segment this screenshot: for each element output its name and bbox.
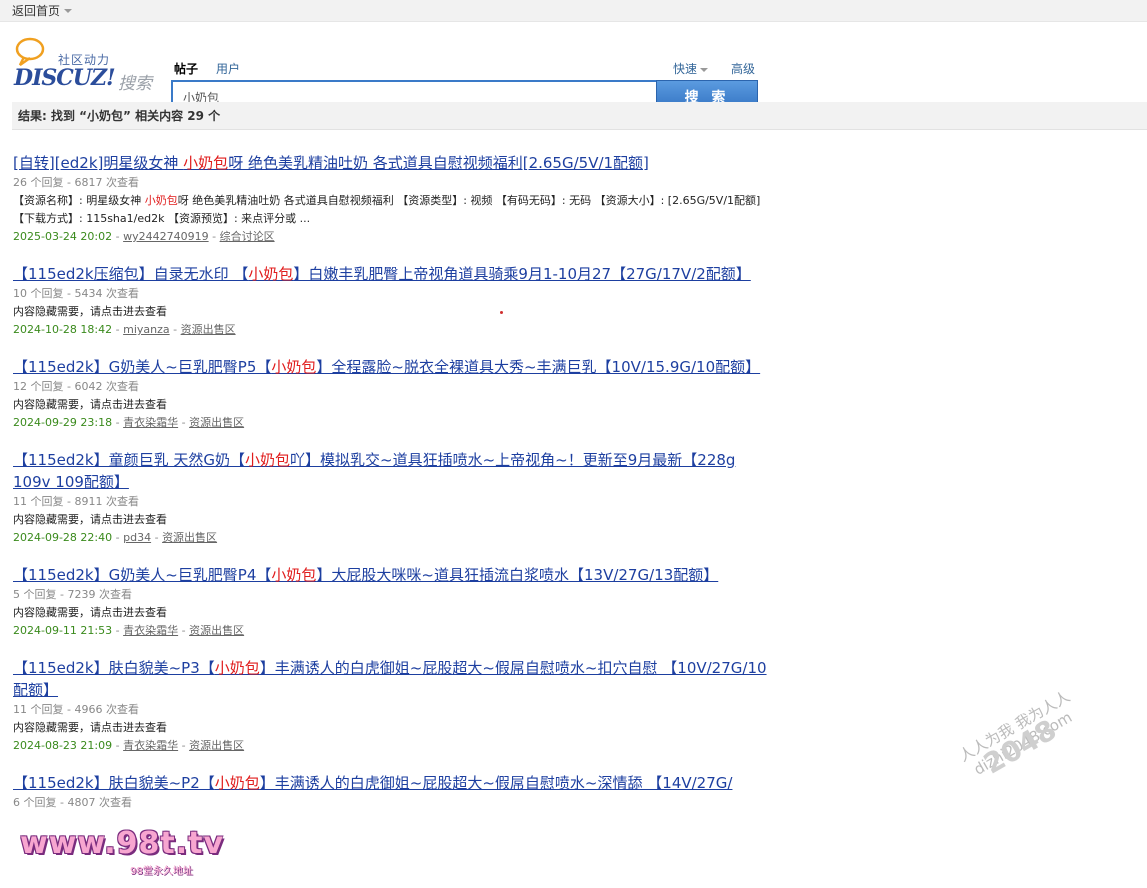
result-forum-link[interactable]: 综合讨论区 bbox=[220, 230, 275, 243]
result-date: 2024-09-11 21:53 bbox=[13, 624, 113, 637]
home-link[interactable]: 返回首页 bbox=[12, 2, 60, 19]
quick-search-label: 快速 bbox=[673, 62, 698, 76]
result-stats: 11 个回复 - 4966 次查看 bbox=[13, 703, 139, 716]
quick-search-dropdown[interactable]: 快速 bbox=[673, 60, 709, 77]
result-title-link[interactable]: 【115ed2k】童颜巨乳 天然G奶【小奶包吖】模拟乳交~道具狂插喷水~上帝视角… bbox=[13, 451, 735, 491]
result-info: 2025-03-24 20:02 - wy2442740919 - 综合讨论区 bbox=[13, 230, 275, 243]
result-date: 2025-03-24 20:02 bbox=[13, 230, 113, 243]
result-stats: 26 个回复 - 6817 次查看 bbox=[13, 176, 139, 189]
result-item: 【115ed2k】肤白貌美~P2【小奶包】丰满诱人的白虎御姐~屁股超大~假屌自慰… bbox=[13, 772, 773, 812]
tab-users[interactable]: 用户 bbox=[216, 60, 240, 77]
tab-posts[interactable]: 帖子 bbox=[174, 60, 198, 77]
result-title-link[interactable]: 【115ed2k】肤白貌美~P2【小奶包】丰满诱人的白虎御姐~屁股超大~假屌自慰… bbox=[13, 774, 732, 792]
result-snippet: 内容隐藏需要，请点击进去查看 bbox=[13, 305, 167, 318]
result-stats: 5 个回复 - 7239 次查看 bbox=[13, 588, 132, 601]
search-type-tabs: 帖子 用户 bbox=[174, 60, 240, 77]
result-info: 2024-10-28 18:42 - miyanza - 资源出售区 bbox=[13, 323, 236, 336]
logo-wordmark: DISCUZ! bbox=[14, 65, 116, 91]
result-author-link[interactable]: 青衣染霜华 bbox=[123, 624, 178, 637]
result-info: 2024-09-28 22:40 - pd34 - 资源出售区 bbox=[13, 531, 218, 544]
result-item: 【115ed2k】G奶美人~巨乳肥臀P4【小奶包】大屁股大咪咪~道具狂插流白浆喷… bbox=[13, 564, 773, 640]
result-stats: 6 个回复 - 4807 次查看 bbox=[13, 796, 132, 809]
result-title-link[interactable]: 【115ed2k】G奶美人~巨乳肥臀P4【小奶包】大屁股大咪咪~道具狂插流白浆喷… bbox=[13, 566, 718, 584]
result-date: 2024-09-28 22:40 bbox=[13, 531, 113, 544]
result-item: 【115ed2k】童颜巨乳 天然G奶【小奶包吖】模拟乳交~道具狂插喷水~上帝视角… bbox=[13, 449, 773, 547]
watermark-98t-sub: 98堂永久地址 bbox=[130, 866, 193, 877]
result-author-link[interactable]: 青衣染霜华 bbox=[123, 739, 178, 752]
chevron-down-icon bbox=[700, 67, 709, 72]
chevron-down-icon[interactable] bbox=[64, 8, 73, 13]
result-snippet: 内容隐藏需要，请点击进去查看 bbox=[13, 721, 167, 734]
result-info: 2024-09-29 23:18 - 青衣染霜华 - 资源出售区 bbox=[13, 416, 245, 429]
result-forum-link[interactable]: 资源出售区 bbox=[181, 323, 236, 336]
result-stats: 11 个回复 - 8911 次查看 bbox=[13, 495, 139, 508]
top-bar: 返回首页 bbox=[0, 0, 1147, 22]
search-header: 社区动力 DISCUZ! 搜索 帖子 用户 快速 高级 搜 索 bbox=[0, 22, 1147, 114]
result-info: 2024-08-23 21:09 - 青衣染霜华 - 资源出售区 bbox=[13, 739, 245, 752]
result-forum-link[interactable]: 资源出售区 bbox=[189, 739, 244, 752]
result-snippet: 内容隐藏需要，请点击进去查看 bbox=[13, 398, 167, 411]
result-title-link[interactable]: 【115ed2k】肤白貌美~P3【小奶包】丰满诱人的白虎御姐~屁股超大~假屌自慰… bbox=[13, 659, 767, 699]
watermark-98t: www.98t.tv bbox=[20, 826, 225, 861]
result-summary: 结果: 找到 “小奶包” 相关内容 29 个 bbox=[12, 102, 1147, 130]
result-author-link[interactable]: miyanza bbox=[123, 323, 170, 336]
result-item: [自转][ed2k]明星级女神 小奶包呀 绝色美乳精油吐奶 各式道具自慰视频福利… bbox=[13, 152, 773, 246]
result-item: 【115ed2k】G奶美人~巨乳肥臀P5【小奶包】全程露脸~脱衣全裸道具大秀~丰… bbox=[13, 356, 773, 432]
result-title-link[interactable]: [自转][ed2k]明星级女神 小奶包呀 绝色美乳精油吐奶 各式道具自慰视频福利… bbox=[13, 154, 649, 172]
result-snippet: 内容隐藏需要，请点击进去查看 bbox=[13, 513, 167, 526]
result-author-link[interactable]: pd34 bbox=[123, 531, 151, 544]
result-author-link[interactable]: 青衣染霜华 bbox=[123, 416, 178, 429]
advanced-search-link[interactable]: 高级 bbox=[731, 60, 755, 77]
result-stats: 10 个回复 - 5434 次查看 bbox=[13, 287, 139, 300]
result-stats: 12 个回复 - 6042 次查看 bbox=[13, 380, 139, 393]
result-date: 2024-09-29 23:18 bbox=[13, 416, 113, 429]
result-snippet: 内容隐藏需要，请点击进去查看 bbox=[13, 606, 167, 619]
result-forum-link[interactable]: 资源出售区 bbox=[189, 416, 244, 429]
result-item: 【115ed2k】肤白貌美~P3【小奶包】丰满诱人的白虎御姐~屁股超大~假屌自慰… bbox=[13, 657, 773, 755]
result-forum-link[interactable]: 资源出售区 bbox=[189, 624, 244, 637]
discuz-logo[interactable]: 社区动力 DISCUZ! 搜索 bbox=[14, 37, 164, 97]
result-forum-link[interactable]: 资源出售区 bbox=[162, 531, 217, 544]
result-date: 2024-08-23 21:09 bbox=[13, 739, 113, 752]
result-item: 【115ed2k压缩包】自录无水印 【小奶包】白嫩丰乳肥臀上帝视角道具骑乘9月1… bbox=[13, 263, 773, 339]
result-title-link[interactable]: 【115ed2k压缩包】自录无水印 【小奶包】白嫩丰乳肥臀上帝视角道具骑乘9月1… bbox=[13, 265, 751, 283]
result-title-link[interactable]: 【115ed2k】G奶美人~巨乳肥臀P5【小奶包】全程露脸~脱衣全裸道具大秀~丰… bbox=[13, 358, 760, 376]
result-info: 2024-09-11 21:53 - 青衣染霜华 - 资源出售区 bbox=[13, 624, 245, 637]
result-list: [自转][ed2k]明星级女神 小奶包呀 绝色美乳精油吐奶 各式道具自慰视频福利… bbox=[13, 152, 773, 829]
result-snippet: 【资源名称】: 明星级女神 小奶包呀 绝色美乳精油吐奶 各式道具自慰视频福利 【… bbox=[13, 194, 761, 225]
logo-search-word: 搜索 bbox=[118, 74, 152, 94]
cursor-dot bbox=[500, 311, 503, 314]
result-author-link[interactable]: wy2442740919 bbox=[123, 230, 209, 243]
result-date: 2024-10-28 18:42 bbox=[13, 323, 113, 336]
